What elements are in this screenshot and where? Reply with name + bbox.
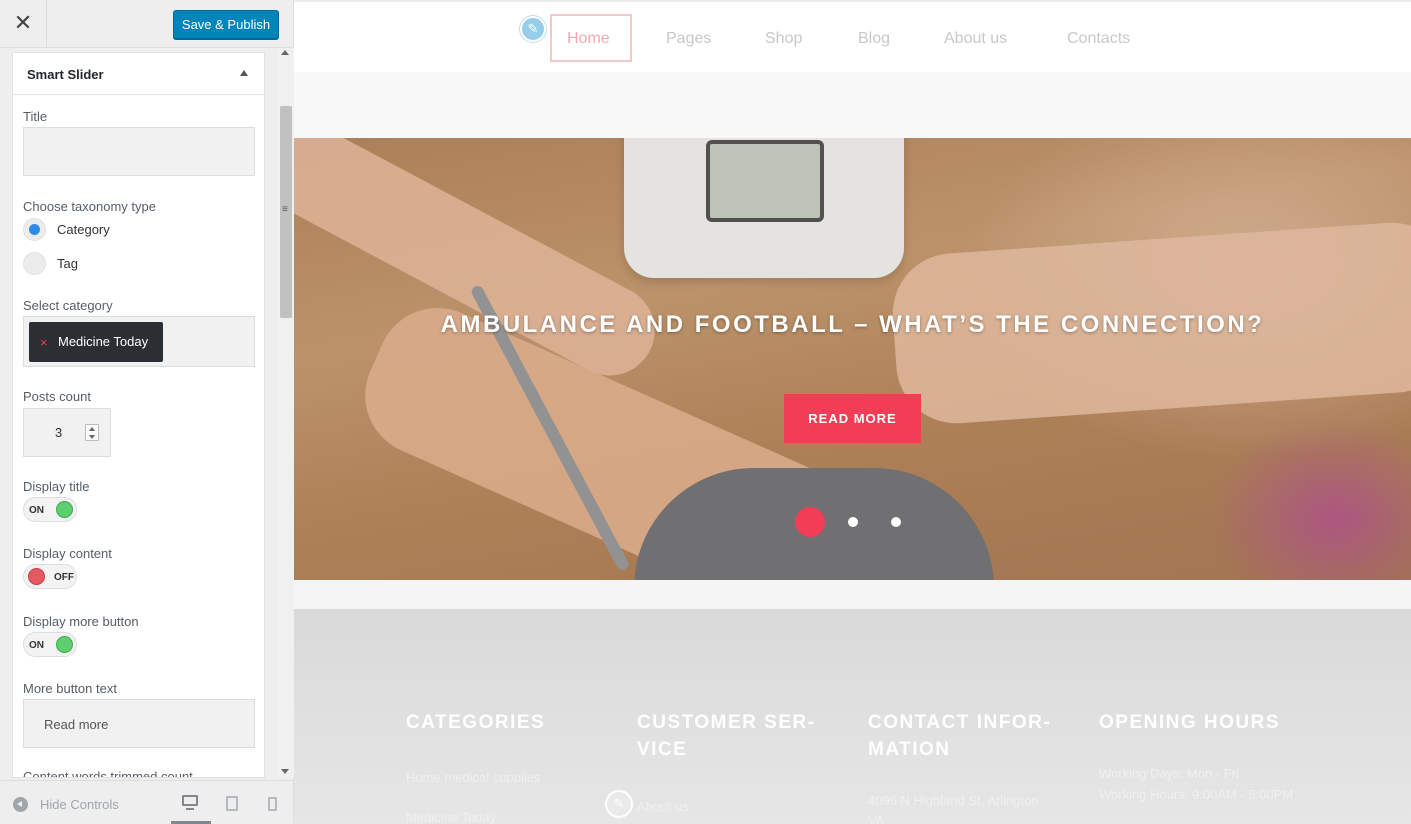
- header-spacer: [294, 72, 1411, 138]
- display-more-toggle[interactable]: ON: [23, 632, 77, 657]
- edit-shortcut-pencil-icon[interactable]: ✎: [605, 790, 633, 818]
- site-footer: CATEGORIES Home medical supplies Medicin…: [294, 609, 1411, 824]
- footer-heading: CONTACT INFOR-MATION: [868, 712, 1052, 760]
- close-icon[interactable]: ✕: [0, 0, 47, 48]
- category-chip: × Medicine Today: [29, 322, 163, 362]
- more-text-label: More button text: [23, 681, 117, 696]
- site-preview: ✎ Home Pages Shop Blog About us Contacts…: [294, 0, 1411, 824]
- toggle-knob: [56, 501, 73, 518]
- posts-count-value: 3: [55, 425, 63, 440]
- customizer-sidebar: ✕ Save & Publish Smart Slider Title Choo…: [0, 0, 294, 824]
- nav-item-about[interactable]: About us: [944, 30, 1007, 48]
- footer-col-customer-service: CUSTOMER SER-VICE About us: [637, 709, 827, 814]
- tablet-preview-icon[interactable]: [226, 796, 238, 811]
- radio-tag-label: Tag: [57, 256, 78, 271]
- desktop-stand: [186, 808, 194, 810]
- footer-link[interactable]: Home medical supplies: [406, 770, 540, 785]
- radio-category[interactable]: [23, 218, 46, 241]
- smart-slider-panel: Smart Slider Title Choose taxonomy type …: [12, 52, 265, 778]
- footer-text: 4096 N Highland St, Arlington: [868, 793, 1039, 808]
- customizer-footer: Hide Controls: [0, 780, 293, 824]
- category-chip-label: Medicine Today: [58, 334, 149, 349]
- select-category-label: Select category: [23, 298, 113, 313]
- main-navigation: ✎ Home Pages Shop Blog About us Contacts: [294, 2, 1411, 72]
- scroll-up-arrow-icon[interactable]: [281, 50, 289, 55]
- toggle-state-text: ON: [29, 640, 44, 651]
- hide-controls-button[interactable]: Hide Controls: [40, 797, 119, 812]
- hero-slider: AMBULANCE AND FOOTBALL – WHAT’S THE CONN…: [294, 138, 1411, 580]
- title-label: Title: [23, 109, 48, 124]
- remove-chip-icon[interactable]: ×: [40, 335, 48, 350]
- posts-count-label: Posts count: [23, 389, 91, 404]
- grip-icon: ≡: [282, 204, 288, 215]
- section-divider: [294, 580, 1411, 609]
- footer-heading: CATEGORIES: [406, 712, 546, 733]
- read-more-button[interactable]: READ MORE: [784, 394, 921, 443]
- nav-item-blog[interactable]: Blog: [858, 30, 890, 48]
- toggle-knob: [56, 636, 73, 653]
- nav-item-home[interactable]: Home: [567, 30, 610, 48]
- toggle-state-text: ON: [29, 505, 44, 516]
- panel-header[interactable]: Smart Slider: [13, 53, 264, 95]
- display-more-label: Display more button: [23, 614, 139, 629]
- spinner-up-icon[interactable]: [89, 427, 95, 431]
- display-content-label: Display content: [23, 546, 112, 561]
- footer-text: Working Hours: 9:00AM - 5:00PM: [1099, 787, 1294, 802]
- taxonomy-label: Choose taxonomy type: [23, 199, 156, 214]
- footer-link[interactable]: About us: [637, 799, 688, 814]
- collapse-arrow-icon[interactable]: [240, 70, 248, 76]
- footer-text: VA: [868, 813, 885, 824]
- title-input[interactable]: [23, 127, 255, 176]
- slider-dot[interactable]: [848, 517, 858, 527]
- scrollbar-thumb[interactable]: ≡: [280, 106, 292, 318]
- footer-text: Working Days: Mon - Fri: [1099, 766, 1239, 781]
- trimmed-count-label: Content words trimmed count: [23, 769, 193, 778]
- footer-col-categories: CATEGORIES Home medical supplies Medicin…: [406, 709, 606, 824]
- save-publish-button[interactable]: Save & Publish: [173, 10, 279, 39]
- edit-shortcut-pencil-icon[interactable]: ✎: [520, 16, 546, 42]
- posts-count-input[interactable]: 3: [23, 408, 111, 457]
- mobile-preview-icon[interactable]: [268, 797, 277, 811]
- footer-heading: OPENING HOURS: [1099, 712, 1281, 733]
- scroll-down-arrow-icon[interactable]: [281, 769, 289, 774]
- toggle-knob: [28, 568, 45, 585]
- hero-overlay: [294, 138, 1411, 580]
- slider-dot-active[interactable]: [795, 507, 825, 537]
- nav-item-contacts[interactable]: Contacts: [1067, 30, 1130, 48]
- customizer-header: ✕ Save & Publish: [0, 0, 293, 48]
- radio-tag[interactable]: [23, 252, 46, 275]
- more-text-input[interactable]: Read more: [23, 699, 255, 748]
- toggle-state-text: OFF: [54, 572, 74, 583]
- footer-link[interactable]: Medicine Today: [406, 810, 496, 824]
- radio-category-label: Category: [57, 222, 110, 237]
- collapse-sidebar-icon[interactable]: [13, 797, 28, 812]
- panel-title: Smart Slider: [27, 67, 104, 82]
- slider-dot[interactable]: [891, 517, 901, 527]
- footer-col-contact: CONTACT INFOR-MATION 4096 N Highland St,…: [868, 709, 1068, 824]
- footer-heading: CUSTOMER SER-VICE: [637, 712, 816, 760]
- slide-title: AMBULANCE AND FOOTBALL – WHAT’S THE CONN…: [440, 311, 1265, 338]
- footer-col-opening-hours: OPENING HOURS Working Days: Mon - Fri Wo…: [1099, 709, 1329, 802]
- category-select[interactable]: × Medicine Today: [23, 316, 255, 367]
- nav-item-shop[interactable]: Shop: [765, 30, 802, 48]
- display-content-toggle[interactable]: OFF: [23, 564, 77, 589]
- more-text-value: Read more: [44, 717, 109, 732]
- desktop-preview-icon[interactable]: [182, 795, 198, 806]
- nav-item-pages[interactable]: Pages: [666, 30, 711, 48]
- spinner-down-icon[interactable]: [89, 435, 95, 439]
- display-title-toggle[interactable]: ON: [23, 497, 77, 522]
- sidebar-scrollbar[interactable]: ≡: [278, 48, 294, 778]
- posts-count-spinner[interactable]: [85, 424, 99, 441]
- display-title-label: Display title: [23, 479, 90, 494]
